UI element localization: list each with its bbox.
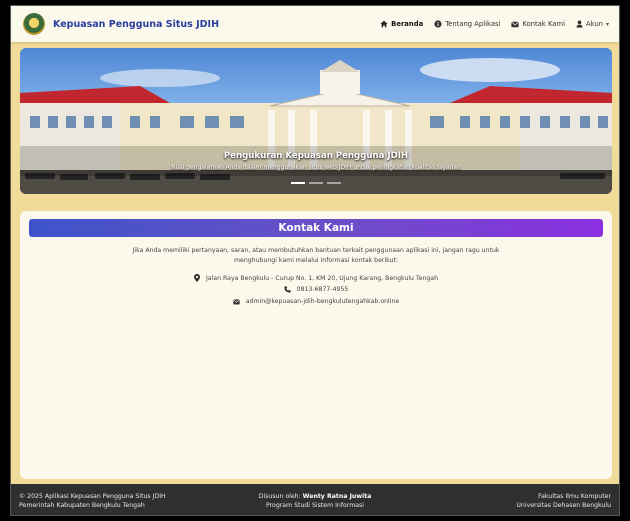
info-icon (434, 20, 442, 28)
footer-university: Universitas Dehasen Bengkulu (516, 502, 611, 509)
hero-subtitle: Nilai pengalaman Anda dalam menggunakan … (171, 164, 461, 171)
nav-label-tentang: Tentang Aplikasi (445, 20, 501, 28)
nav-item-akun[interactable]: Akun ▾ (576, 20, 609, 28)
brand-title: Kepuasan Pengguna Situs JDIH (53, 18, 220, 30)
envelope-icon (511, 21, 520, 27)
map-marker-icon (193, 274, 200, 282)
building-photo (20, 58, 612, 194)
nav-label-kontak: Kontak Kami (522, 20, 565, 28)
nav-item-kontak[interactable]: Kontak Kami (511, 20, 565, 28)
browser-page: Kepuasan Pengguna Situs JDIH Beranda Ten… (10, 5, 620, 516)
contact-heading: Kontak Kami (29, 219, 603, 237)
footer-right: Fakultas Ilmu Komputer Universitas Dehas… (516, 492, 611, 510)
phone-icon (283, 286, 291, 293)
nav-label-beranda: Beranda (391, 20, 424, 28)
chevron-down-icon: ▾ (605, 20, 609, 28)
brand[interactable]: Kepuasan Pengguna Situs JDIH (23, 13, 219, 35)
footer-author: Wenty Ratna Juwita (302, 493, 372, 500)
footer-author-prefix: Disusun oleh: (258, 493, 301, 500)
contact-address: Jalan Raya Bengkulu - Curup No. 1, KM 20… (205, 274, 439, 282)
nav-item-beranda[interactable]: Beranda (380, 20, 423, 28)
hero-caption: Pengukuran Kepuasan Pengguna JDIH Nilai … (20, 151, 612, 171)
user-icon (576, 20, 583, 28)
nav-label-akun: Akun (585, 20, 603, 28)
home-icon (380, 20, 388, 28)
carousel-indicators (20, 182, 612, 184)
contact-card: Kontak Kami Jika Anda memiliki pertanyaa… (20, 211, 612, 479)
nav-item-tentang[interactable]: Tentang Aplikasi (434, 20, 500, 28)
contact-phone: 0813-6877-4955 (296, 286, 349, 293)
carousel-indicator[interactable] (291, 182, 305, 184)
carousel-indicator[interactable] (327, 182, 341, 184)
contact-intro: Jika Anda memiliki pertanyaan, saran, at… (132, 247, 500, 264)
logo-emblem (23, 13, 45, 35)
footer: © 2025 Aplikasi Kepuasan Pengguna Situs … (11, 484, 619, 515)
nav-menu: Beranda Tentang Aplikasi Kontak Kami Aku… (369, 20, 609, 28)
footer-faculty: Fakultas Ilmu Komputer (538, 493, 611, 500)
contact-phone-row: 0813-6877-4955 (20, 286, 612, 293)
contact-address-row: Jalan Raya Bengkulu - Curup No. 1, KM 20… (20, 274, 612, 282)
contact-email[interactable]: admin@kepuasan-jdih-bengkulutengahkab.on… (246, 298, 399, 305)
contact-email-row: admin@kepuasan-jdih-bengkulutengahkab.on… (20, 298, 612, 305)
hero-carousel[interactable]: Pengukuran Kepuasan Pengguna JDIH Nilai … (20, 48, 612, 194)
carousel-indicator[interactable] (309, 182, 323, 184)
envelope-icon (233, 299, 240, 304)
navbar: Kepuasan Pengguna Situs JDIH Beranda Ten… (11, 6, 619, 42)
hero-title: Pengukuran Kepuasan Pengguna JDIH (223, 151, 409, 161)
